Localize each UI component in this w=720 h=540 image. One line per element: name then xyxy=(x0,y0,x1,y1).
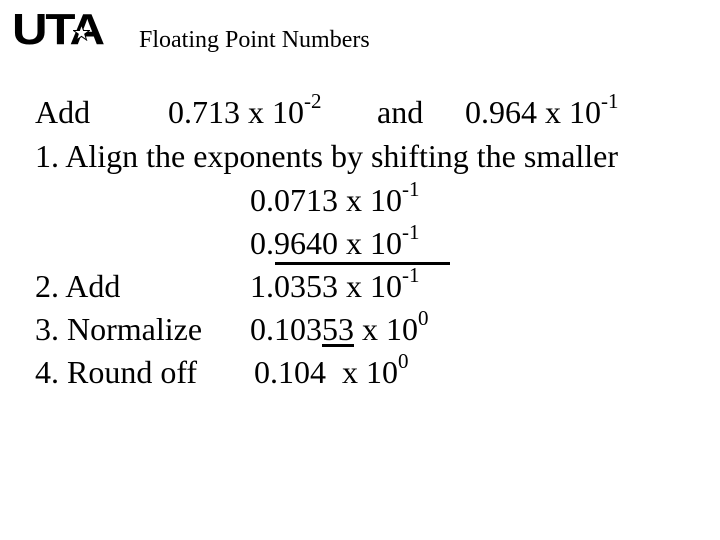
sum-divider-line xyxy=(275,262,450,265)
rounded-result: 0.104 x 100 xyxy=(254,351,409,391)
operand-b-mantissa: 0.964 x 10 xyxy=(465,94,601,130)
aligned-b-mantissa: 0.9640 x 10 xyxy=(250,225,402,261)
add-label: Add xyxy=(35,94,91,130)
step-1-label: 1. Align the exponents by shifting the s… xyxy=(35,138,619,174)
aligned-operand-a: 0.0713 x 10-1 xyxy=(250,179,420,219)
step-2-label: 2. Add xyxy=(35,268,121,304)
normalized-mantissa-prefix: 0.103 xyxy=(250,311,322,347)
operand-a: 0.713 x 10-2 xyxy=(168,91,322,131)
star-icon xyxy=(73,24,90,41)
and-label: and xyxy=(377,94,424,130)
aligned-operand-b: 0.9640 x 10-1 xyxy=(250,222,420,262)
operand-a-mantissa: 0.713 x 10 xyxy=(168,94,304,130)
sum-result: 1.0353 x 10-1 xyxy=(250,265,420,305)
aligned-b-exponent: -1 xyxy=(402,220,420,245)
normalized-base: x 10 xyxy=(354,311,418,347)
sum-exponent: -1 xyxy=(402,263,420,288)
rounded-mantissa: 0.104 x 10 xyxy=(254,354,398,390)
operand-b: 0.964 x 10-1 xyxy=(465,91,619,131)
guard-digits-underlined: 53 xyxy=(322,311,354,347)
step-3-label: 3. Normalize xyxy=(35,311,203,347)
aligned-a-exponent: -1 xyxy=(402,177,420,202)
page-title: Floating Point Numbers xyxy=(139,27,370,53)
uta-logo: UTA xyxy=(12,5,105,54)
normalized-exponent: 0 xyxy=(418,306,429,331)
normalized-result: 0.10353 x 100 xyxy=(250,308,429,348)
rounded-exponent: 0 xyxy=(398,349,409,374)
problem-statement: Add 0.713 x 10-2 and 0.964 x 10-1 xyxy=(35,91,619,131)
operand-b-exponent: -1 xyxy=(601,89,619,114)
step-4-label: 4. Round off xyxy=(35,354,198,390)
aligned-a-mantissa: 0.0713 x 10 xyxy=(250,182,402,218)
operand-a-exponent: -2 xyxy=(304,89,322,114)
sum-mantissa: 1.0353 x 10 xyxy=(250,268,402,304)
